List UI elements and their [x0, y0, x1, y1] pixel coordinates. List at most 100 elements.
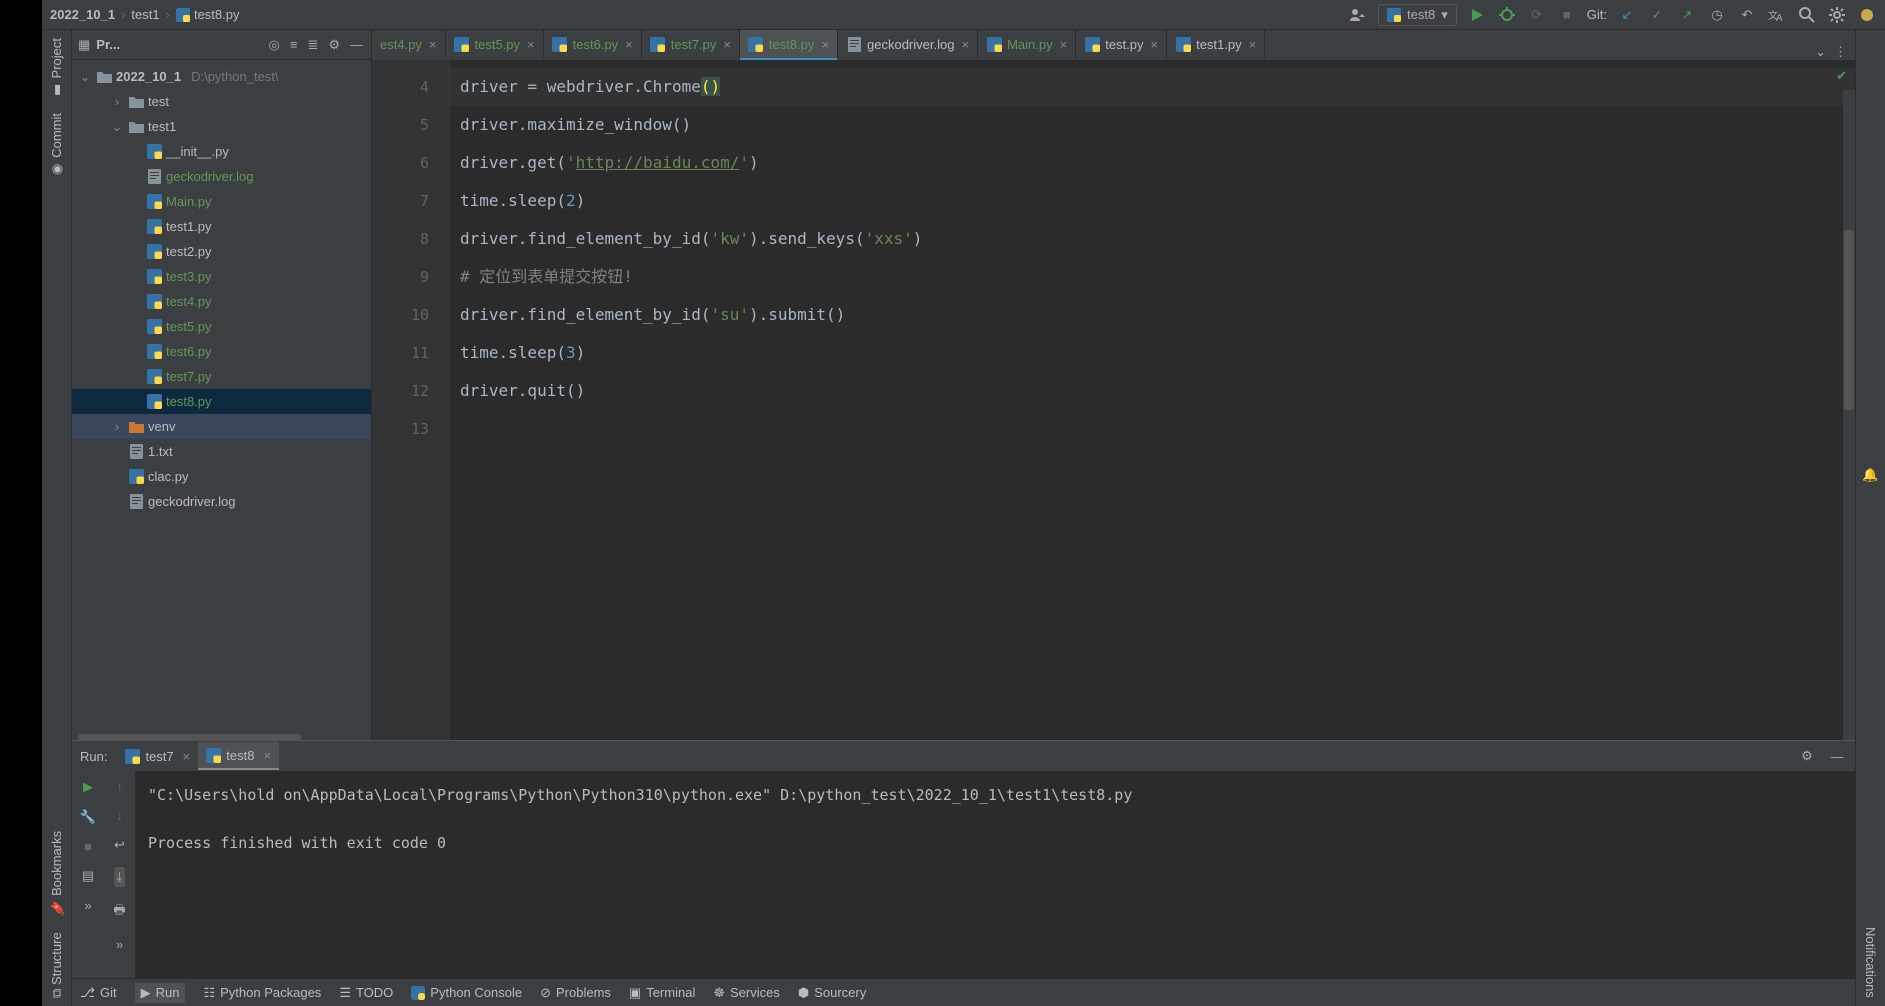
stop-icon[interactable]: ■ — [1557, 5, 1577, 25]
tree-row[interactable]: test7.py — [72, 364, 371, 389]
git-pull-icon[interactable]: ↙ — [1617, 5, 1637, 25]
close-tab-icon[interactable]: × — [1060, 37, 1068, 52]
search-icon[interactable] — [1797, 5, 1817, 25]
tree-row[interactable]: ⌄test1 — [72, 114, 371, 139]
tree-row[interactable]: ›test — [72, 89, 371, 114]
expand-all-icon[interactable]: ≡ — [288, 35, 300, 54]
code-line[interactable]: driver.quit() — [450, 372, 1855, 410]
user-menu-icon[interactable] — [1348, 5, 1368, 25]
tree-row[interactable]: test8.py — [72, 389, 371, 414]
wrench-icon[interactable]: 🔧 — [80, 809, 96, 825]
editor-scrollbar[interactable] — [1843, 90, 1855, 740]
close-tab-icon[interactable]: × — [625, 37, 633, 52]
tree-row[interactable]: __init__.py — [72, 139, 371, 164]
close-tab-icon[interactable]: × — [429, 37, 437, 52]
code-line[interactable]: driver.get('http://baidu.com/') — [450, 144, 1855, 182]
bottom-services[interactable]: ☸Services — [713, 985, 780, 1001]
run-output[interactable]: "C:\Users\hold on\AppData\Local\Programs… — [136, 771, 1855, 978]
editor-tab[interactable]: test7.py× — [642, 30, 740, 58]
tree-row[interactable]: test2.py — [72, 239, 371, 264]
scroll-to-end-icon[interactable]: ⤓ — [114, 867, 126, 887]
close-tab-icon[interactable]: × — [821, 37, 829, 52]
code-line[interactable]: driver.maximize_window() — [450, 106, 1855, 144]
close-tab-icon[interactable]: × — [723, 37, 731, 52]
editor-tab[interactable]: test.py× — [1076, 30, 1167, 58]
tree-row[interactable]: test5.py — [72, 314, 371, 339]
sidebar-tab-structure[interactable]: ⧉ Structure — [42, 924, 71, 1006]
collapse-all-icon[interactable]: ≣ — [305, 35, 320, 55]
project-panel-title[interactable]: Pr... — [96, 37, 260, 52]
settings-gear-icon[interactable] — [1827, 5, 1847, 25]
run-settings-icon[interactable]: ⚙ — [1797, 746, 1817, 766]
sidebar-tab-commit[interactable]: ◉ Commit — [42, 105, 71, 185]
inspection-ok-icon[interactable]: ✔ — [1836, 68, 1847, 84]
sidebar-tab-notifications[interactable]: Notifications — [1859, 919, 1882, 1006]
history-icon[interactable]: ◷ — [1707, 5, 1727, 25]
run-tab[interactable]: test7× — [117, 742, 198, 770]
rerun-icon[interactable]: ▶ — [83, 779, 93, 795]
sidebar-tab-bookmarks[interactable]: 🔖 Bookmarks — [42, 823, 71, 924]
tree-row[interactable]: geckodriver.log — [72, 489, 371, 514]
close-tab-icon[interactable]: × — [1150, 37, 1158, 52]
settings-icon[interactable]: ⚙ — [326, 35, 342, 55]
editor-tab[interactable]: geckodriver.log× — [838, 30, 978, 58]
tab-chevron-icon[interactable]: ⌄ — [1815, 44, 1826, 60]
tree-root[interactable]: ⌄ 2022_10_1 D:\python_test\ — [72, 64, 371, 89]
tree-arrow-icon[interactable]: › — [110, 94, 124, 109]
notifications-bell-icon[interactable]: 🔔 — [1858, 463, 1882, 487]
layout-icon[interactable]: ▤ — [82, 868, 94, 884]
close-icon[interactable]: × — [263, 748, 271, 763]
code-line[interactable]: driver.find_element_by_id('su').submit() — [450, 296, 1855, 334]
coverage-icon[interactable]: ⟳ — [1527, 5, 1547, 25]
git-push-icon[interactable]: ↗ — [1677, 5, 1697, 25]
code-line[interactable]: time.sleep(3) — [450, 334, 1855, 372]
stop-icon[interactable]: ■ — [84, 839, 92, 854]
up-icon[interactable]: ↑ — [116, 779, 123, 794]
close-tab-icon[interactable]: × — [1249, 37, 1257, 52]
undo-icon[interactable]: ↶ — [1737, 5, 1757, 25]
target-icon[interactable]: ◎ — [267, 35, 282, 55]
sourcery-icon[interactable] — [1857, 5, 1877, 25]
tree-arrow-icon[interactable]: › — [110, 419, 124, 434]
crumb-project[interactable]: 2022_10_1 — [50, 7, 115, 22]
bottom-problems[interactable]: ⊘Problems — [540, 985, 611, 1001]
code-editor[interactable]: 45678910111213 driver = webdriver.Chrome… — [372, 60, 1855, 740]
close-tab-icon[interactable]: × — [527, 37, 535, 52]
tree-arrow-icon[interactable]: ⌄ — [110, 119, 124, 135]
line-gutter[interactable]: 45678910111213 — [372, 60, 450, 740]
code-line[interactable]: driver = webdriver.Chrome() — [450, 68, 1855, 106]
code-line[interactable] — [450, 410, 1855, 448]
crumb-folder[interactable]: test1 — [131, 7, 159, 22]
bottom-packages[interactable]: ☷Python Packages — [203, 985, 321, 1001]
tree-row[interactable]: Main.py — [72, 189, 371, 214]
soft-wrap-icon[interactable]: ↩ — [114, 837, 125, 853]
code-line[interactable]: driver.find_element_by_id('kw').send_key… — [450, 220, 1855, 258]
hide-panel-icon[interactable]: — — [348, 35, 365, 54]
code-line[interactable]: time.sleep(2) — [450, 182, 1855, 220]
tree-row[interactable]: test3.py — [72, 264, 371, 289]
hide-run-icon[interactable]: — — [1827, 746, 1847, 766]
run-button-icon[interactable] — [1467, 5, 1487, 25]
crumb-file[interactable]: test8.py — [176, 7, 240, 22]
more-icon[interactable]: » — [84, 898, 91, 913]
editor-content[interactable]: driver = webdriver.Chrome()driver.maximi… — [450, 60, 1855, 740]
git-commit-icon[interactable]: ✓ — [1647, 5, 1667, 25]
bottom-run[interactable]: ▶Run — [135, 983, 186, 1003]
project-view-icon[interactable]: ▦ — [78, 37, 90, 53]
bottom-terminal[interactable]: ▣Terminal — [629, 985, 695, 1001]
scrollbar-thumb[interactable] — [1844, 230, 1854, 410]
sidebar-tab-project[interactable]: ▮ Project — [42, 30, 71, 105]
bottom-git[interactable]: ⎇Git — [80, 985, 117, 1001]
run-tab[interactable]: test8× — [198, 742, 279, 770]
code-line[interactable]: # 定位到表单提交按钮! — [450, 258, 1855, 296]
editor-tab[interactable]: test1.py× — [1167, 30, 1265, 58]
run-config-selector[interactable]: test8 ▾ — [1378, 4, 1457, 26]
bottom-sourcery[interactable]: ⬢Sourcery — [798, 985, 866, 1001]
bottom-todo[interactable]: ☰TODO — [339, 985, 393, 1001]
debug-button-icon[interactable] — [1497, 5, 1517, 25]
tree-row[interactable]: test6.py — [72, 339, 371, 364]
translate-icon[interactable]: 文A — [1767, 5, 1787, 25]
tab-more-icon[interactable]: ⋮ — [1834, 44, 1847, 60]
tree-row[interactable]: clac.py — [72, 464, 371, 489]
bottom-console[interactable]: Python Console — [411, 985, 522, 1000]
